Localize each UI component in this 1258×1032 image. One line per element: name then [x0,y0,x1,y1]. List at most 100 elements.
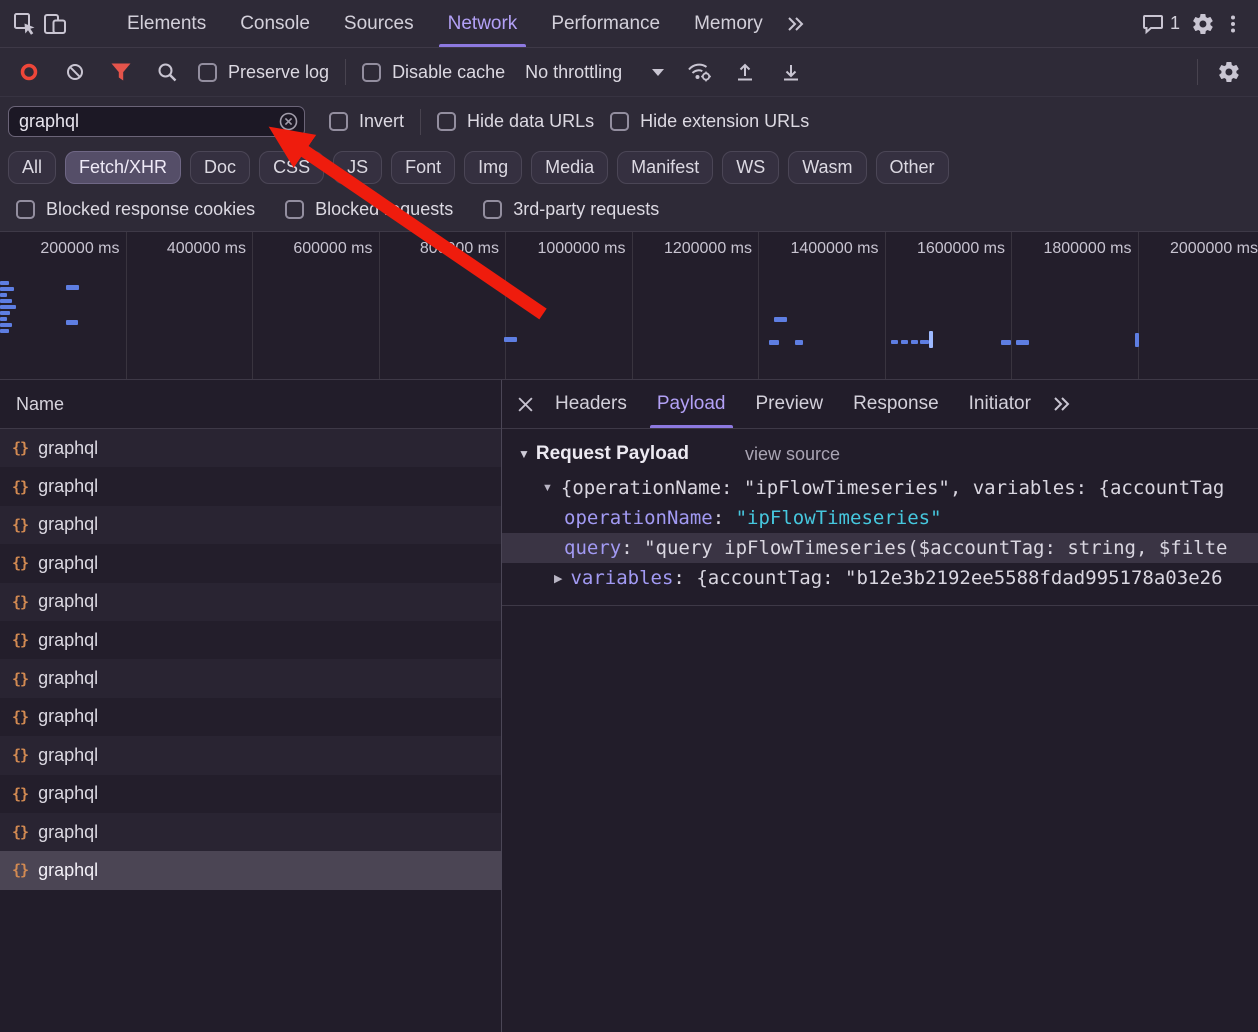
request-row[interactable]: {}graphql [0,775,501,813]
network-settings-button[interactable] [1214,55,1244,89]
detail-tab-preview[interactable]: Preview [741,380,839,428]
filter-chip-js[interactable]: JS [333,151,382,184]
filter-button[interactable] [106,55,136,89]
timeline-bar [0,281,9,285]
chevron-down-icon [652,69,664,76]
request-name: graphql [38,860,98,881]
payload-root-row[interactable]: ▼{operationName: "ipFlowTimeseries", var… [502,473,1258,503]
filter-chip-media[interactable]: Media [531,151,608,184]
download-icon [780,61,802,83]
expand-icon[interactable]: ▶ [554,572,562,585]
filter-chip-other[interactable]: Other [876,151,949,184]
filter-chip-manifest[interactable]: Manifest [617,151,713,184]
throttling-select[interactable]: No throttling [525,62,664,83]
detail-tab-response[interactable]: Response [838,380,954,428]
clear-filter-icon[interactable] [279,112,298,131]
filter-chip-doc[interactable]: Doc [190,151,250,184]
toolbar-divider [1197,59,1198,85]
payload-row-variables[interactable]: ▶variables: {accountTag: "b12e3b2192ee55… [502,563,1258,593]
checkbox-box[interactable] [198,63,217,82]
timeline-label: 1800000 ms [1012,232,1139,379]
tab-elements[interactable]: Elements [110,0,223,47]
filter-chip-wasm[interactable]: Wasm [788,151,866,184]
tab-console[interactable]: Console [223,0,327,47]
payload-row-operationname[interactable]: operationName: "ipFlowTimeseries" [502,503,1258,533]
settings-button[interactable] [1188,7,1218,41]
record-button[interactable] [14,55,44,89]
checkbox-box[interactable] [610,112,629,131]
collapse-icon[interactable]: ▼ [542,482,553,494]
export-har-button[interactable] [776,55,806,89]
request-row[interactable]: {}graphql [0,813,501,851]
search-icon [156,61,178,83]
checkbox-box[interactable] [329,112,348,131]
network-conditions-button[interactable] [684,55,714,89]
filter-chip-font[interactable]: Font [391,151,455,184]
checkbox-box[interactable] [16,200,35,219]
request-row[interactable]: {}graphql [0,429,501,467]
import-har-button[interactable] [730,55,760,89]
timeline-bar [920,340,929,344]
request-row[interactable]: {}graphql [0,467,501,505]
view-source-link[interactable]: view source [745,444,840,465]
request-row[interactable]: {}graphql [0,621,501,659]
hide-data-urls-checkbox[interactable]: Hide data URLs [437,111,594,132]
invert-checkbox[interactable]: Invert [329,111,404,132]
inspect-element-button[interactable] [10,7,40,41]
request-row[interactable]: {}graphql [0,736,501,774]
checkbox-box[interactable] [483,200,502,219]
filter-funnel-icon [110,62,132,82]
request-row[interactable]: {}graphql [0,659,501,697]
tab-network[interactable]: Network [431,0,535,47]
more-options-button[interactable] [1218,7,1248,41]
clear-button[interactable] [60,55,90,89]
more-detail-tabs-button[interactable] [1046,387,1076,421]
payload-value: "ipFlowTimeseries" [736,507,942,529]
timeline-bar [66,285,79,290]
device-toolbar-button[interactable] [40,7,70,41]
tab-memory[interactable]: Memory [677,0,780,47]
timeline-bar [0,329,9,333]
request-row[interactable]: {}graphql [0,506,501,544]
detail-tab-headers[interactable]: Headers [540,380,642,428]
filter-chip-ws[interactable]: WS [722,151,779,184]
console-messages-button[interactable] [1138,7,1168,41]
timeline-bar [0,287,14,291]
timeline-ruler: 200000 ms400000 ms600000 ms800000 ms1000… [0,232,1258,379]
payload-row-query[interactable]: query: "query ipFlowTimeseries($accountT… [502,533,1258,563]
filter-chip-all[interactable]: All [8,151,56,184]
detail-tab-initiator[interactable]: Initiator [954,380,1046,428]
name-column-header[interactable]: Name [0,380,501,429]
disable-cache-checkbox[interactable]: Disable cache [362,62,505,83]
more-tabs-button[interactable] [780,7,810,41]
tab-sources[interactable]: Sources [327,0,431,47]
request-row[interactable]: {} graphql [0,851,501,889]
request-row[interactable]: {}graphql [0,698,501,736]
filter-chip-fetch-xhr[interactable]: Fetch/XHR [65,151,181,184]
filter-chip-css[interactable]: CSS [259,151,324,184]
filter-chip-img[interactable]: Img [464,151,522,184]
checkbox-blocked-requests[interactable]: Blocked requests [285,199,453,220]
request-row[interactable]: {}graphql [0,583,501,621]
tab-performance[interactable]: Performance [534,0,677,47]
request-row[interactable]: {}graphql [0,544,501,582]
checkbox-box[interactable] [362,63,381,82]
json-request-icon: {} [12,861,28,879]
close-details-button[interactable] [510,387,540,421]
json-request-icon: {} [12,785,28,803]
hide-extension-urls-checkbox[interactable]: Hide extension URLs [610,111,809,132]
checkbox-3rd-party-requests[interactable]: 3rd-party requests [483,199,659,220]
checkbox-blocked-response-cookies[interactable]: Blocked response cookies [16,199,255,220]
network-filter-input[interactable] [8,106,305,137]
preserve-log-checkbox[interactable]: Preserve log [198,62,329,83]
timeline-bar [1016,340,1029,345]
upload-icon [734,61,756,83]
detail-tab-payload[interactable]: Payload [642,380,741,428]
checkbox-label: 3rd-party requests [513,199,659,220]
checkbox-box[interactable] [437,112,456,131]
timeline-overview[interactable]: 200000 ms400000 ms600000 ms800000 ms1000… [0,232,1258,380]
key-value-separator: : [621,537,644,559]
search-button[interactable] [152,55,182,89]
collapse-section-icon[interactable]: ▼ [518,447,530,461]
checkbox-box[interactable] [285,200,304,219]
